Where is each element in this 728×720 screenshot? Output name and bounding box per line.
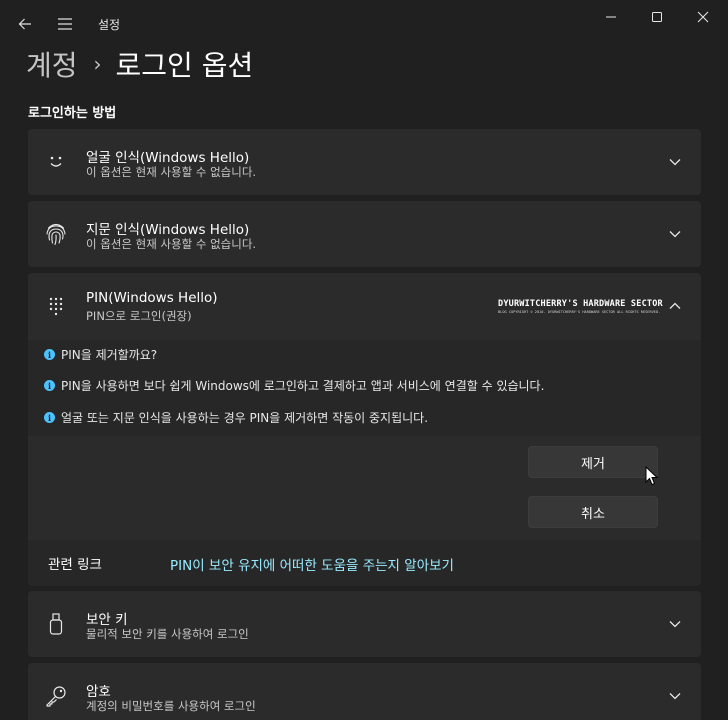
watermark-sub: BLOG COPYRIGHT © 2010. DYURWITCHERRY'S H… bbox=[498, 310, 661, 314]
cancel-button[interactable]: 취소 bbox=[528, 496, 658, 528]
chevron-up-icon[interactable] bbox=[668, 299, 682, 313]
fingerprint-subtitle: 이 옵션은 현재 사용할 수 없습니다. bbox=[86, 237, 257, 251]
section-title: 로그인하는 방법 bbox=[28, 106, 117, 121]
app-title: 설정 bbox=[98, 18, 121, 32]
hamburger-menu-icon bbox=[58, 18, 72, 30]
info-line: i 얼굴 또는 지문 인식을 사용하는 경우 PIN을 제거하면 작동이 중지됩… bbox=[44, 409, 428, 426]
password-subtitle: 계정의 비밀번호를 사용하여 로그인 bbox=[86, 699, 256, 713]
watermark-main: DYURWITCHERRY'S HARDWARE SECTOR bbox=[498, 299, 663, 309]
security-key-card: 보안 키 물리적 보안 키를 사용하여 로그인 bbox=[28, 591, 701, 657]
maximize-icon bbox=[652, 12, 662, 22]
face-recognition-subtitle: 이 옵션은 현재 사용할 수 없습니다. bbox=[86, 165, 257, 179]
related-links-label: 관련 링크 bbox=[48, 557, 102, 573]
info-icon: i bbox=[44, 349, 55, 360]
info-line: i PIN을 제거할까요? bbox=[44, 346, 157, 363]
watermark: DYURWITCHERRY'S HARDWARE SECTOR BLOG COP… bbox=[498, 299, 663, 314]
pin-card: PIN(Windows Hello) PIN으로 로그인(권장) DYURWIT… bbox=[28, 273, 701, 340]
close-icon bbox=[697, 11, 709, 23]
fingerprint-title: 지문 인식(Windows Hello) bbox=[86, 222, 250, 238]
info-text: 얼굴 또는 지문 인식을 사용하는 경우 PIN을 제거하면 작동이 중지됩니다… bbox=[61, 411, 429, 425]
minimize-button[interactable] bbox=[588, 0, 634, 34]
info-icon: i bbox=[44, 380, 55, 391]
chevron-down-icon[interactable] bbox=[668, 617, 682, 631]
password-card: 암호 계정의 비밀번호를 사용하여 로그인 bbox=[28, 663, 701, 720]
face-recognition-title: 얼굴 인식(Windows Hello) bbox=[86, 150, 250, 166]
security-key-subtitle: 물리적 보안 키를 사용하여 로그인 bbox=[86, 627, 249, 641]
chevron-down-icon[interactable] bbox=[668, 155, 682, 169]
key-icon bbox=[44, 682, 68, 710]
keypad-icon bbox=[44, 292, 68, 320]
maximize-button[interactable] bbox=[634, 0, 680, 34]
page-title: 로그인 옵션 bbox=[115, 49, 254, 82]
info-icon: i bbox=[44, 412, 55, 423]
usb-key-icon bbox=[44, 610, 68, 638]
pin-security-help-link[interactable]: PIN이 보안 유지에 어떠한 도움을 주는지 알아보기 bbox=[170, 554, 454, 574]
chevron-down-icon[interactable] bbox=[668, 227, 682, 241]
pin-header[interactable]: PIN(Windows Hello) PIN으로 로그인(권장) DYURWIT… bbox=[28, 273, 701, 339]
close-button[interactable] bbox=[680, 0, 726, 34]
title-bar: 설정 bbox=[0, 0, 728, 48]
confirm-button-area: 제거 취소 bbox=[28, 436, 701, 540]
breadcrumb-parent[interactable]: 계정 bbox=[26, 44, 78, 84]
face-recognition-card: 얼굴 인식(Windows Hello) 이 옵션은 현재 사용할 수 없습니다… bbox=[28, 129, 701, 195]
pin-expanded-panel: i PIN을 제거할까요? i PIN을 사용하면 보다 쉽게 Windows에… bbox=[28, 340, 701, 586]
info-line: i PIN을 사용하면 보다 쉽게 Windows에 로그인하고 결제하고 앱과… bbox=[44, 377, 544, 394]
password-title: 암호 bbox=[86, 684, 111, 700]
mouse-cursor-icon bbox=[645, 466, 659, 486]
remove-pin-button[interactable]: 제거 bbox=[528, 446, 658, 478]
info-text: PIN을 사용하면 보다 쉽게 Windows에 로그인하고 결제하고 앱과 서… bbox=[61, 379, 545, 393]
chevron-down-icon[interactable] bbox=[668, 689, 682, 703]
face-recognition-header[interactable]: 얼굴 인식(Windows Hello) 이 옵션은 현재 사용할 수 없습니다… bbox=[28, 129, 701, 195]
back-button[interactable] bbox=[8, 0, 42, 48]
fingerprint-header[interactable]: 지문 인식(Windows Hello) 이 옵션은 현재 사용할 수 없습니다… bbox=[28, 201, 701, 267]
password-header[interactable]: 암호 계정의 비밀번호를 사용하여 로그인 bbox=[28, 663, 701, 720]
info-text: PIN을 제거할까요? bbox=[61, 348, 158, 362]
back-arrow-icon bbox=[18, 18, 31, 30]
fingerprint-card: 지문 인식(Windows Hello) 이 옵션은 현재 사용할 수 없습니다… bbox=[28, 201, 701, 267]
pin-subtitle: PIN으로 로그인(권장) bbox=[86, 309, 192, 323]
fingerprint-icon bbox=[44, 220, 68, 248]
security-key-title: 보안 키 bbox=[86, 612, 128, 628]
navigation-menu-button[interactable] bbox=[50, 0, 80, 48]
pin-title: PIN(Windows Hello) bbox=[86, 290, 218, 306]
smiley-face-icon bbox=[44, 148, 68, 176]
breadcrumb: 계정 › 로그인 옵션 bbox=[26, 44, 253, 84]
security-key-header[interactable]: 보안 키 물리적 보안 키를 사용하여 로그인 bbox=[28, 591, 701, 657]
breadcrumb-separator: › bbox=[93, 52, 102, 76]
minimize-icon bbox=[606, 16, 616, 18]
